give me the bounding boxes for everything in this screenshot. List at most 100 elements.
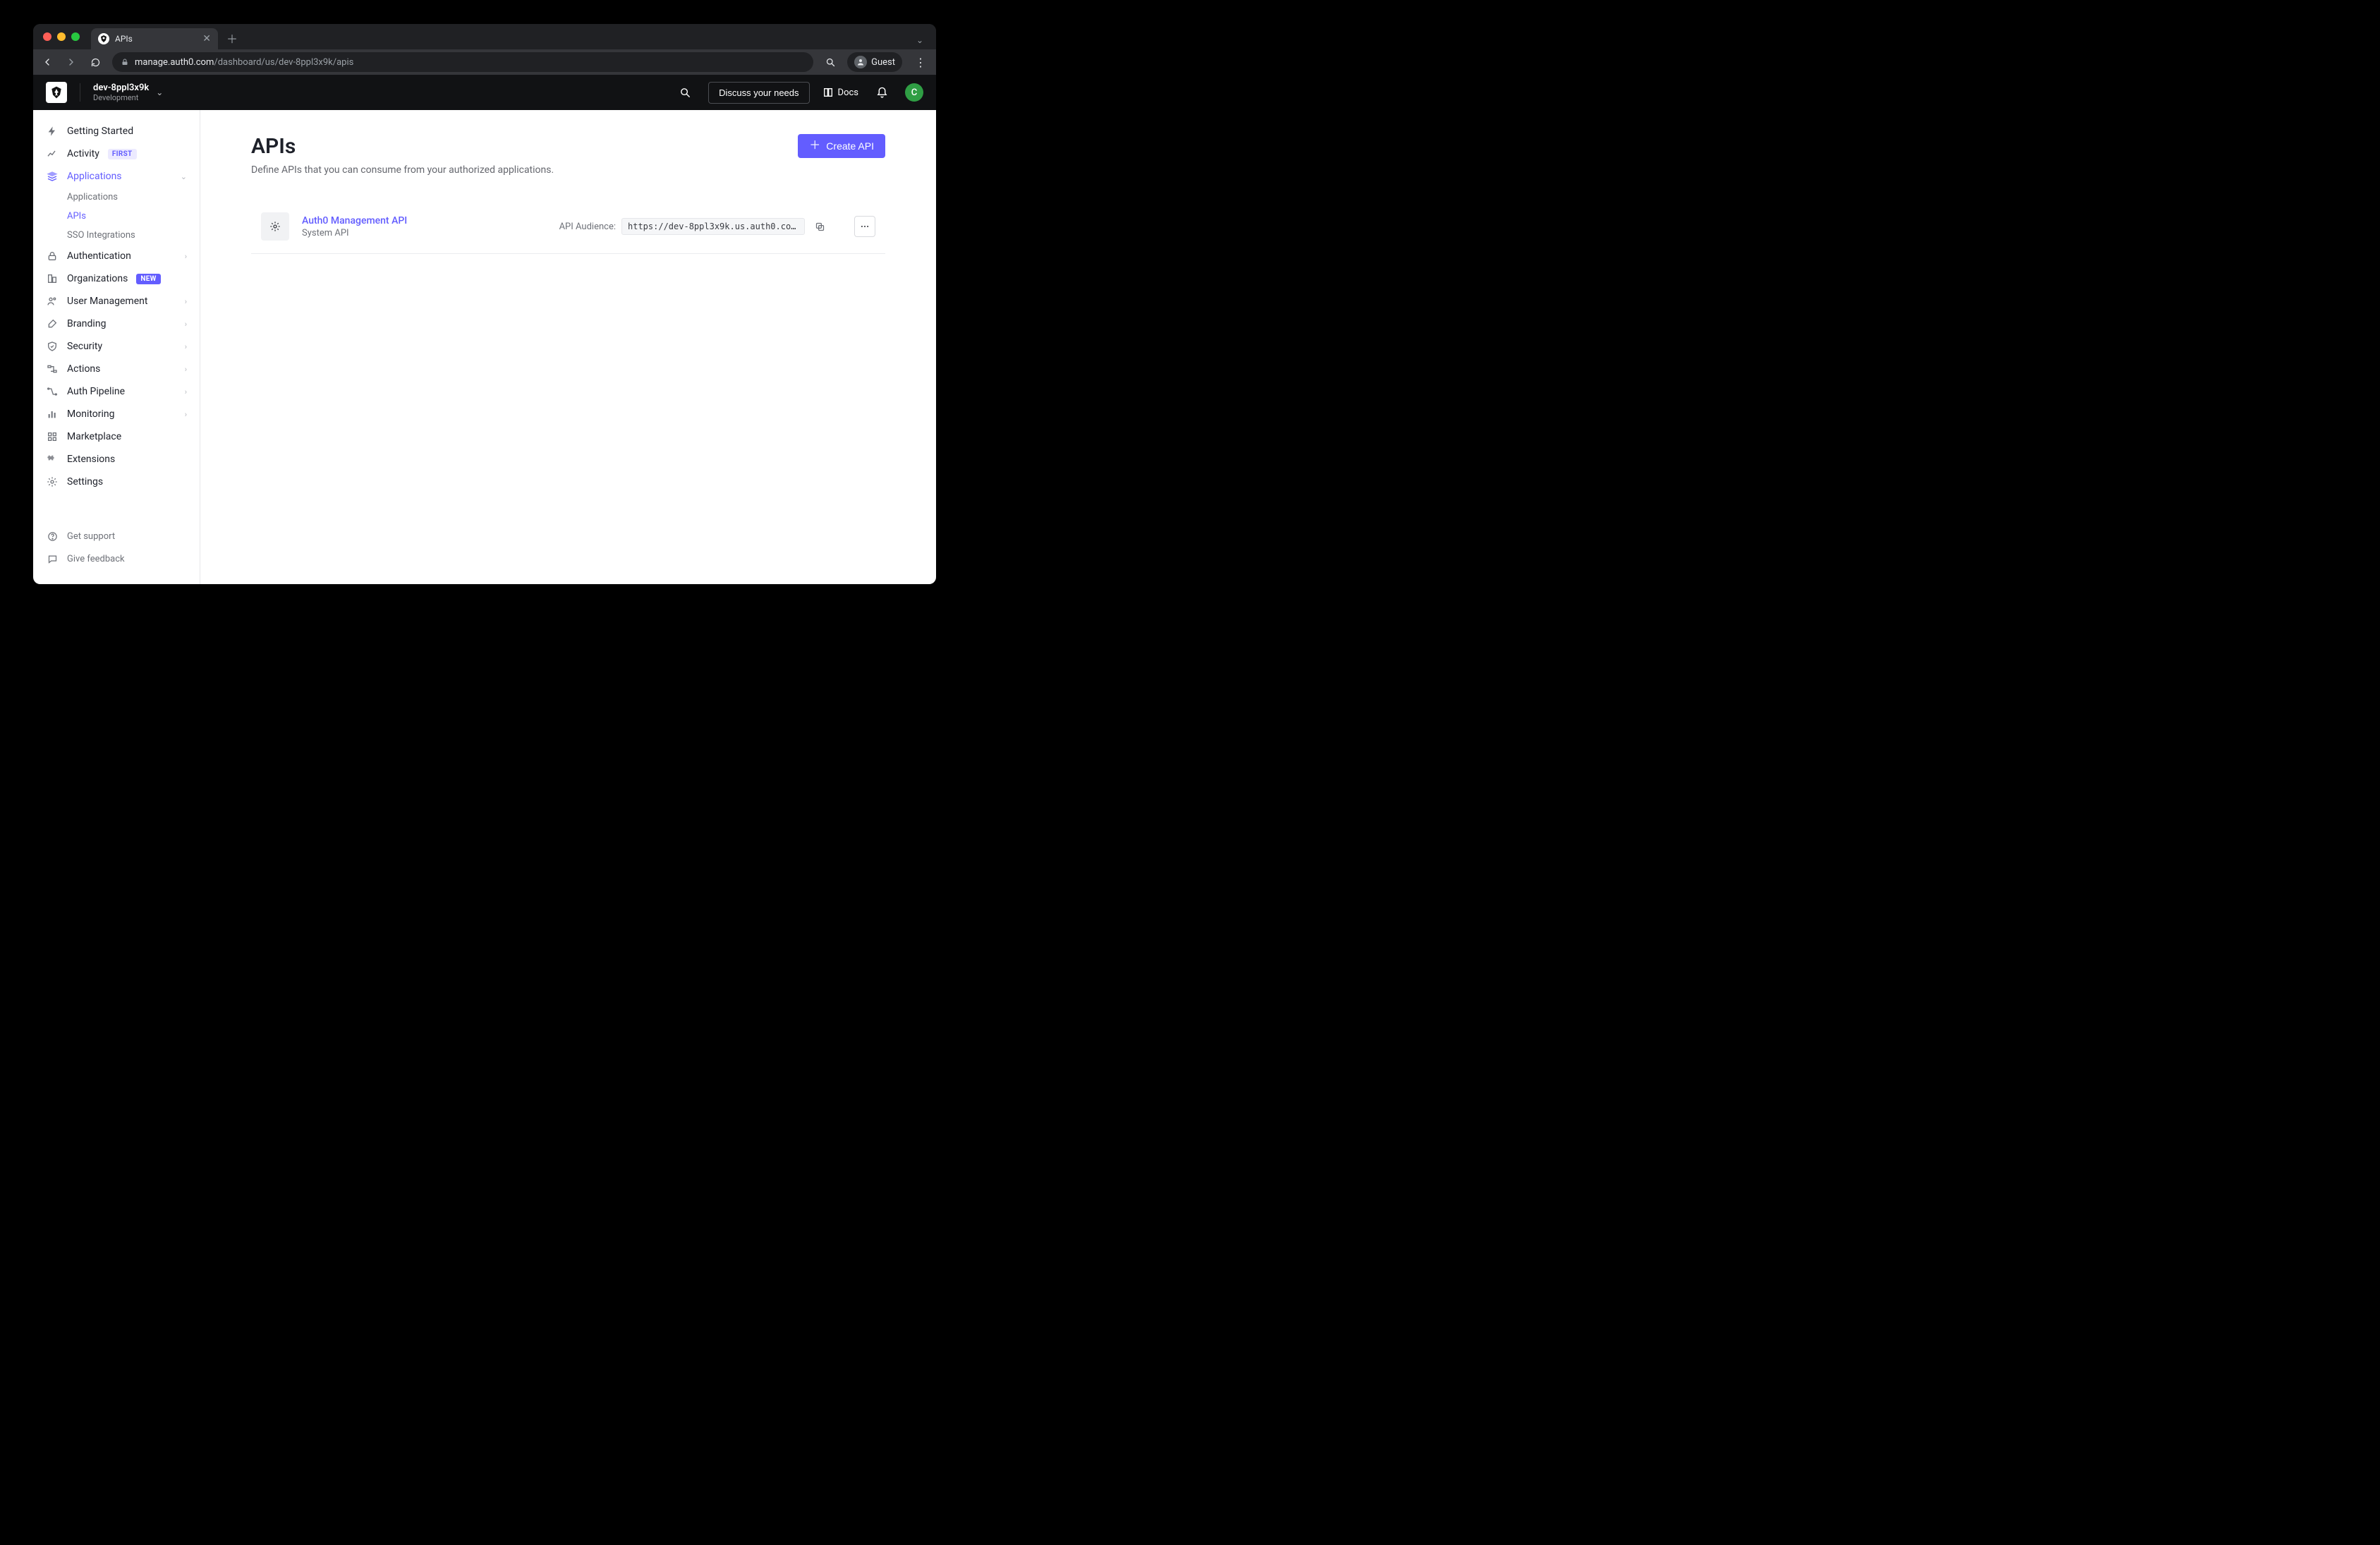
page-description: Define APIs that you can consume from yo… (251, 164, 885, 176)
tabs-dropdown-button[interactable]: ⌄ (916, 35, 930, 49)
sidebar-item-label: User Management (67, 296, 147, 307)
stack-icon (46, 170, 59, 183)
zoom-button[interactable] (823, 57, 837, 68)
sidebar-item-authentication[interactable]: Authentication › (33, 245, 200, 267)
chat-icon (46, 552, 59, 565)
browser-tab[interactable]: APIs ✕ (91, 28, 218, 49)
chevron-right-icon: › (185, 365, 187, 374)
sidebar-item-extensions[interactable]: Extensions (33, 448, 200, 471)
tab-close-button[interactable]: ✕ (202, 34, 211, 44)
chevron-right-icon: › (185, 252, 187, 261)
sidebar-footer-give-feedback[interactable]: Give feedback (33, 547, 200, 570)
bars-icon (46, 408, 59, 420)
chevron-right-icon: › (185, 320, 187, 329)
forward-button[interactable] (64, 56, 78, 68)
help-icon (46, 530, 59, 543)
chart-icon (46, 147, 59, 160)
sidebar-subitem-apis[interactable]: APIs (54, 207, 200, 226)
sidebar-item-label: Actions (67, 363, 100, 375)
sidebar-item-label: Activity (67, 148, 99, 159)
lock-icon (46, 250, 59, 262)
app-header: dev-8ppl3x9k Development ⌄ Discuss your … (33, 75, 936, 110)
sidebar-item-settings[interactable]: Settings (33, 471, 200, 493)
tab-title: APIs (115, 34, 133, 44)
sidebar-subitem-sso-integrations[interactable]: SSO Integrations (54, 226, 200, 245)
reload-button[interactable] (88, 57, 102, 68)
sidebar-item-organizations[interactable]: Organizations NEW (33, 267, 200, 290)
sidebar-item-label: Branding (67, 318, 106, 329)
auth0-logo[interactable] (46, 82, 67, 103)
create-api-button[interactable]: ＋ Create API (798, 134, 885, 158)
sidebar-item-label: Authentication (67, 250, 131, 262)
window-maximize-button[interactable] (71, 32, 80, 41)
sidebar-item-label: Monitoring (67, 408, 115, 420)
api-name-link[interactable]: Auth0 Management API (302, 215, 485, 226)
audience-label: API Audience: (559, 222, 616, 232)
docs-link[interactable]: Docs (822, 87, 858, 98)
tenant-env: Development (93, 93, 149, 102)
sidebar-item-label: Applications (67, 171, 122, 182)
brush-icon (46, 317, 59, 330)
row-menu-button[interactable] (854, 216, 875, 237)
sidebar-footer-get-support[interactable]: Get support (33, 525, 200, 547)
flow-icon (46, 363, 59, 375)
sidebar-item-branding[interactable]: Branding › (33, 313, 200, 335)
sidebar-item-label: Settings (67, 476, 103, 487)
page-title: APIs (251, 134, 296, 159)
chevron-right-icon: › (185, 387, 187, 396)
api-row: Auth0 Management API System API API Audi… (251, 200, 885, 254)
sidebar-item-user-management[interactable]: User Management › (33, 290, 200, 313)
sidebar-item-label: Marketplace (67, 431, 121, 442)
badge-new: NEW (136, 274, 160, 284)
sidebar-item-monitoring[interactable]: Monitoring› (33, 403, 200, 425)
tenant-name: dev-8ppl3x9k (93, 83, 149, 94)
header-search-button[interactable] (674, 87, 696, 99)
main-content: APIs ＋ Create API Define APIs that you c… (200, 110, 936, 584)
window-close-button[interactable] (43, 32, 51, 41)
new-tab-button[interactable]: ＋ (222, 28, 242, 48)
sidebar-item-marketplace[interactable]: Marketplace (33, 425, 200, 448)
profile-chip[interactable]: Guest (847, 52, 902, 72)
users-icon (46, 295, 59, 308)
browser-toolbar: manage.auth0.com/dashboard/us/dev-8ppl3x… (33, 49, 936, 75)
audience-value: https://dev-8ppl3x9k.us.auth0.com/api… (621, 218, 805, 235)
plus-icon: ＋ (809, 140, 820, 152)
pipeline-icon (46, 385, 59, 398)
back-button[interactable] (40, 56, 54, 68)
badge-first: FIRST (108, 149, 137, 159)
window-controls (39, 24, 87, 49)
browser-menu-button[interactable]: ⋮ (912, 56, 929, 69)
sidebar-item-applications[interactable]: Applications ⌄ (33, 165, 200, 188)
sidebar-item-activity[interactable]: Activity FIRST (33, 143, 200, 165)
sidebar-subitem-applications[interactable]: Applications (54, 188, 200, 207)
org-icon (46, 272, 59, 285)
browser-window: APIs ✕ ＋ ⌄ manage.auth0.com/dashboard/us… (33, 24, 936, 584)
api-type: System API (302, 228, 485, 238)
chevron-down-icon: ⌄ (181, 172, 187, 181)
sidebar-item-label: Getting Started (67, 126, 133, 137)
window-minimize-button[interactable] (57, 32, 66, 41)
grid-icon (46, 430, 59, 443)
copy-button[interactable] (810, 217, 829, 236)
sidebar-item-getting-started[interactable]: Getting Started (33, 120, 200, 143)
lock-icon (121, 58, 129, 66)
tenant-switcher[interactable]: dev-8ppl3x9k Development ⌄ (93, 83, 163, 103)
sidebar-item-label: Security (67, 341, 102, 352)
chevron-right-icon: › (185, 297, 187, 306)
user-avatar[interactable]: C (905, 83, 923, 102)
notifications-button[interactable] (871, 87, 892, 99)
auth0-favicon-icon (98, 33, 109, 44)
sidebar-item-auth-pipeline[interactable]: Auth Pipeline› (33, 380, 200, 403)
puzzle-icon (46, 453, 59, 466)
shield-icon (46, 340, 59, 353)
discuss-needs-button[interactable]: Discuss your needs (708, 82, 809, 104)
sidebar-item-label: Organizations (67, 273, 128, 284)
url-text: manage.auth0.com/dashboard/us/dev-8ppl3x… (135, 57, 353, 68)
address-bar[interactable]: manage.auth0.com/dashboard/us/dev-8ppl3x… (112, 52, 813, 72)
sidebar: Getting Started Activity FIRST Applications… (33, 110, 200, 584)
chevron-right-icon: › (185, 342, 187, 351)
sidebar-item-actions[interactable]: Actions › (33, 358, 200, 380)
gear-icon (261, 212, 289, 241)
sidebar-item-security[interactable]: Security › (33, 335, 200, 358)
gear-icon (46, 475, 59, 488)
